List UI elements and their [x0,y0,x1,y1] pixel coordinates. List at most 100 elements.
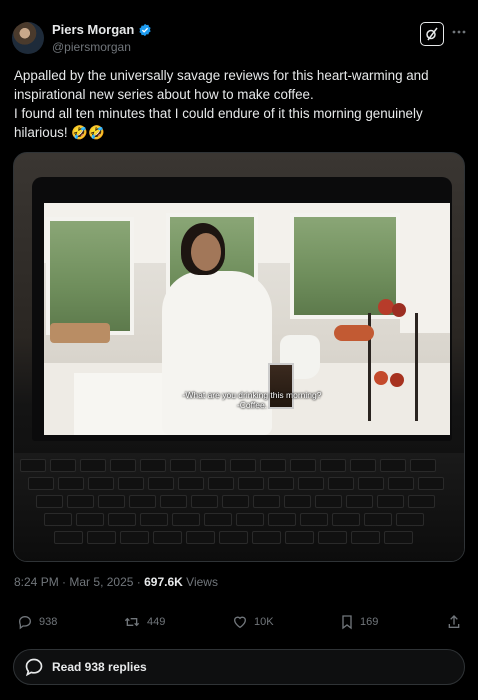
keyboard-key [346,495,373,508]
read-replies-button[interactable]: Read 938 replies [13,649,465,685]
window-left [46,217,134,335]
keyboard-key [129,495,156,508]
keyboard-key [200,459,226,472]
person-shirt [162,271,272,435]
keyboard-key [236,513,264,526]
fruit-stand [368,313,418,421]
keyboard-key [120,531,149,544]
verified-badge-icon [139,23,151,36]
share-icon [448,615,460,628]
fruit [374,371,388,385]
keyboard-key [377,495,404,508]
bookmark-icon [342,615,352,630]
author-avatar[interactable] [12,22,44,54]
like-button[interactable]: 10K [232,614,274,630]
keyboard-key [328,477,354,490]
keyboard-key [28,477,54,490]
keyboard-key [108,513,136,526]
meta-separator: · [62,575,67,589]
keyboard-key [350,459,376,472]
keyboard-key [238,477,264,490]
keyboard-key [290,459,316,472]
keyboard-key [380,459,406,472]
keyboard-key [50,459,76,472]
like-count: 10K [254,616,274,628]
keyboard-key [384,531,413,544]
keyboard-key [80,459,106,472]
repost-count: 449 [147,616,166,628]
keyboard-key [110,459,136,472]
author-name[interactable]: Piers Morgan [52,22,134,37]
tweet-media-photo[interactable]: -What are you drinking this morning? -Co… [13,152,465,562]
keyboard-key [98,495,125,508]
author-handle[interactable]: @piersmorgan [52,40,131,54]
keyboard-key [230,459,256,472]
meta-separator: · [136,575,141,589]
bookmark-count: 169 [360,616,379,628]
repost-icon [124,617,140,627]
keyboard-key [268,477,294,490]
keyboard-key [358,477,384,490]
keyboard-key [253,495,280,508]
video-subtitle: -What are you drinking this morning? -Co… [162,390,342,410]
subtitle-line-1: -What are you drinking this morning? [182,390,322,400]
keyboard-key [140,513,168,526]
keyboard-key [67,495,94,508]
tweet-text: Appalled by the universally savage revie… [14,66,466,142]
keyboard-key [396,513,424,526]
share-button[interactable] [447,614,461,630]
keyboard-key [285,531,314,544]
keyboard-key [58,477,84,490]
person-face [191,233,221,271]
more-icon [452,30,466,34]
keyboard-key [172,513,200,526]
speech-bubble-icon [25,658,43,677]
keyboard-key [20,459,46,472]
keyboard-key [315,495,342,508]
keyboard-key [191,495,218,508]
keyboard-key [76,513,104,526]
reply-icon [18,615,32,630]
keyboard-key [88,477,114,490]
keyboard-key [148,477,174,490]
keyboard-key [268,513,296,526]
keyboard-key [351,531,380,544]
tweet-date[interactable]: Mar 5, 2025 [69,575,133,589]
keyboard-key [260,459,286,472]
keyboard-key [332,513,360,526]
fruit [392,303,406,317]
subtitle-line-2: -Coffee. [236,400,268,410]
author-name-row[interactable]: Piers Morgan [52,22,152,37]
tweet-meta: 8:24 PM · Mar 5, 2025 · 697.6K Views [14,575,218,589]
keyboard-key [208,477,234,490]
keyboard-key [388,477,414,490]
keyboard-key [298,477,324,490]
keyboard-key [186,531,215,544]
tweet-text-line-2: I found all ten minutes that I could end… [14,106,423,140]
views-label: Views [186,575,218,589]
keyboard-key [36,495,63,508]
bookmark-button[interactable]: 169 [340,614,378,630]
keyboard-key [170,459,196,472]
keyboard-key [410,459,436,472]
keyboard-key [118,477,144,490]
fruit [390,373,404,387]
reply-button[interactable]: 938 [17,614,57,630]
keyboard-key [160,495,187,508]
keyboard-key [418,477,444,490]
keyboard-key [408,495,435,508]
more-options-button[interactable] [451,22,467,42]
keyboard-key [54,531,83,544]
views-count: 697.6K [144,575,183,589]
tweet-time[interactable]: 8:24 PM [14,575,59,589]
keyboard-key [222,495,249,508]
grok-button[interactable] [420,22,444,46]
reply-count: 938 [39,616,58,628]
read-replies-label: Read 938 replies [52,660,147,674]
keyboard-key [300,513,328,526]
repost-button[interactable]: 449 [123,614,165,630]
keyboard-key [140,459,166,472]
keyboard-key [204,513,232,526]
grok-icon [426,27,438,41]
keyboard-key [252,531,281,544]
